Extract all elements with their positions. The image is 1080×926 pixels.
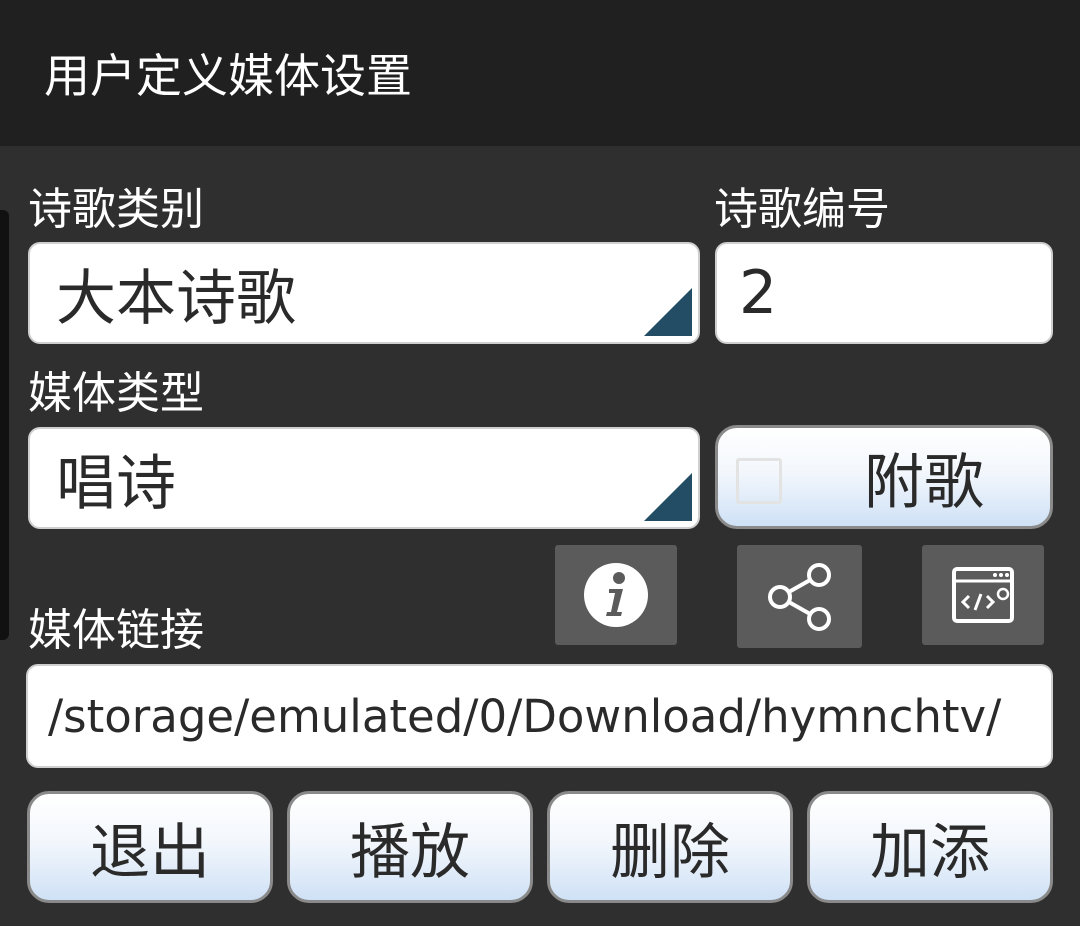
attach-song-checkbox[interactable] bbox=[736, 458, 782, 504]
hymn-number-label: 诗歌编号 bbox=[714, 184, 890, 235]
media-type-label: 媒体类型 bbox=[28, 368, 204, 419]
code-button[interactable] bbox=[922, 545, 1044, 645]
media-link-field[interactable]: /storage/emulated/0/Download/hymnchtv/ bbox=[26, 664, 1053, 768]
media-type-value: 唱诗 bbox=[56, 448, 176, 519]
attach-song-label: 附歌 bbox=[864, 447, 984, 518]
hymn-category-spinner[interactable]: 大本诗歌 bbox=[28, 242, 700, 344]
hymn-category-label: 诗歌类别 bbox=[28, 184, 204, 235]
info-icon bbox=[584, 563, 648, 627]
media-type-spinner[interactable]: 唱诗 bbox=[28, 427, 700, 529]
share-button[interactable] bbox=[737, 545, 862, 648]
add-button[interactable]: 加添 bbox=[807, 791, 1053, 903]
dropdown-arrow-icon bbox=[644, 473, 692, 521]
hymn-category-value: 大本诗歌 bbox=[56, 263, 296, 334]
media-link-value: /storage/emulated/0/Download/hymnchtv/ bbox=[48, 689, 1002, 743]
share-icon bbox=[767, 562, 831, 631]
delete-button[interactable]: 删除 bbox=[547, 791, 793, 903]
info-button[interactable] bbox=[555, 545, 677, 645]
left-edge-strip bbox=[0, 210, 9, 640]
page-title: 用户定义媒体设置 bbox=[44, 49, 412, 103]
code-window-icon bbox=[952, 567, 1014, 623]
play-button[interactable]: 播放 bbox=[287, 791, 533, 903]
hymn-number-value: 2 bbox=[739, 258, 778, 328]
attach-song-toggle[interactable]: 附歌 bbox=[715, 425, 1053, 529]
hymn-number-field[interactable]: 2 bbox=[715, 242, 1053, 344]
media-link-label: 媒体链接 bbox=[28, 605, 204, 656]
dropdown-arrow-icon bbox=[644, 288, 692, 336]
exit-button[interactable]: 退出 bbox=[27, 791, 273, 903]
app-titlebar: 用户定义媒体设置 bbox=[0, 0, 1080, 146]
